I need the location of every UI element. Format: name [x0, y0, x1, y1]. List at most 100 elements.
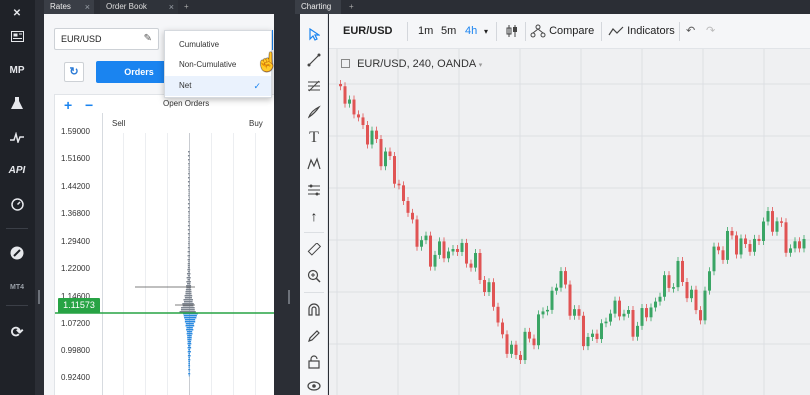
- candle: [672, 287, 675, 289]
- order-bar: [188, 157, 190, 159]
- trend-line-icon[interactable]: [304, 50, 324, 70]
- price-chart[interactable]: EUR/USD, 240, OANDA ▾: [329, 49, 810, 395]
- order-bar: [189, 343, 192, 345]
- tools-divider: [304, 292, 324, 293]
- dropdown-option-net[interactable]: Net ✓: [165, 76, 271, 96]
- candle: [343, 86, 347, 104]
- candle: [357, 114, 360, 118]
- close-icon[interactable]: ×: [169, 0, 174, 14]
- order-bar: [189, 293, 192, 295]
- prediction-icon[interactable]: [304, 180, 324, 200]
- refresh-button[interactable]: ↻: [64, 62, 84, 82]
- order-bar: [184, 319, 190, 321]
- collapse-icon[interactable]: [341, 59, 350, 68]
- order-bar: [189, 373, 191, 375]
- order-bar: [189, 347, 192, 349]
- splitter-grip[interactable]: [288, 290, 290, 304]
- order-bar: [189, 199, 190, 201]
- news-icon[interactable]: [6, 26, 28, 46]
- order-bar: [189, 281, 191, 283]
- pair-selector[interactable]: EUR/USD ✎: [54, 28, 159, 50]
- candle: [681, 260, 684, 283]
- pencil-lock-icon[interactable]: [304, 326, 324, 346]
- activity-icon[interactable]: [6, 127, 28, 147]
- order-bar: [188, 223, 190, 225]
- candle: [339, 84, 342, 87]
- interval-1m[interactable]: 1m: [418, 14, 433, 49]
- order-bar: [188, 187, 190, 189]
- order-bar: [188, 183, 190, 185]
- candle: [667, 275, 671, 288]
- panel-resize-handle[interactable]: [38, 290, 40, 304]
- tab-charting[interactable]: Charting: [295, 0, 341, 14]
- brush-icon[interactable]: [304, 102, 324, 122]
- legend-dropdown-icon[interactable]: ▾: [479, 62, 483, 69]
- candle: [528, 331, 531, 339]
- candle: [442, 241, 446, 259]
- logo-icon[interactable]: ✕: [6, 3, 28, 23]
- candle: [622, 313, 626, 317]
- indicators-button[interactable]: Indicators: [608, 14, 675, 49]
- zoom-icon[interactable]: [304, 266, 324, 286]
- candle: [586, 336, 590, 347]
- order-bar: [189, 177, 190, 179]
- interval-4h[interactable]: 4h: [465, 14, 477, 49]
- candle: [708, 271, 711, 291]
- candle: [397, 183, 401, 186]
- magnet-icon[interactable]: [304, 300, 324, 320]
- candle: [361, 117, 365, 126]
- candle: [753, 238, 756, 252]
- order-bar: [189, 159, 190, 161]
- candle: [415, 219, 419, 247]
- candle: [546, 309, 549, 312]
- interval-5m[interactable]: 5m: [441, 14, 456, 49]
- option-label: Non-Cumulative: [179, 60, 237, 69]
- order-bar: [189, 361, 190, 363]
- symbol-search[interactable]: EUR/USD: [343, 14, 393, 49]
- order-bar: [184, 297, 190, 299]
- redo-icon[interactable]: ↷: [706, 14, 715, 49]
- compare-button[interactable]: Compare: [530, 14, 594, 49]
- candle: [685, 282, 689, 299]
- mt4-icon[interactable]: MT4: [6, 277, 28, 297]
- lab-flask-icon[interactable]: [6, 93, 28, 113]
- candle: [744, 238, 747, 245]
- pattern-icon[interactable]: [304, 154, 324, 174]
- close-icon[interactable]: ×: [85, 0, 90, 14]
- order-bar: [189, 351, 191, 353]
- cursor-arrow-icon[interactable]: [304, 24, 324, 44]
- ruler-icon[interactable]: [304, 240, 324, 260]
- candlestick-plot: [329, 49, 810, 395]
- candles-icon[interactable]: [505, 14, 519, 49]
- drawing-tools: T ↑: [300, 14, 328, 395]
- candle: [559, 271, 563, 288]
- add-chart-tab-button[interactable]: +: [343, 0, 363, 14]
- add-tab-button[interactable]: +: [178, 0, 198, 14]
- order-bar: [189, 275, 190, 277]
- order-bar: [189, 271, 190, 273]
- candle: [573, 309, 576, 316]
- candle: [474, 252, 477, 268]
- pair-value: EUR/USD: [61, 34, 102, 44]
- eye-icon[interactable]: [304, 376, 324, 395]
- rail-divider: [6, 228, 28, 229]
- oanda-icon[interactable]: [6, 243, 28, 263]
- order-bar: [189, 273, 191, 275]
- tab-rates[interactable]: Rates ×: [44, 0, 94, 14]
- candle: [393, 156, 396, 184]
- lock-icon[interactable]: [304, 352, 324, 372]
- tab-order-book[interactable]: Order Book ×: [100, 0, 178, 14]
- edit-pencil-icon[interactable]: ✎: [144, 29, 152, 49]
- refresh-icon[interactable]: ⟳: [6, 322, 28, 342]
- mp-icon[interactable]: MP: [6, 60, 28, 80]
- api-icon[interactable]: API: [6, 160, 28, 180]
- left-tab-strip: Rates × Order Book × +: [44, 0, 285, 14]
- undo-icon[interactable]: ↶: [686, 14, 695, 49]
- panel-splitter[interactable]: [285, 0, 295, 395]
- arrow-up-icon[interactable]: ↑: [304, 206, 324, 226]
- candle: [555, 287, 558, 291]
- fib-tool-icon[interactable]: [304, 76, 324, 96]
- interval-dropdown-icon[interactable]: ▾: [484, 14, 488, 49]
- text-tool-icon[interactable]: T: [304, 128, 324, 148]
- speedometer-icon[interactable]: [6, 194, 28, 214]
